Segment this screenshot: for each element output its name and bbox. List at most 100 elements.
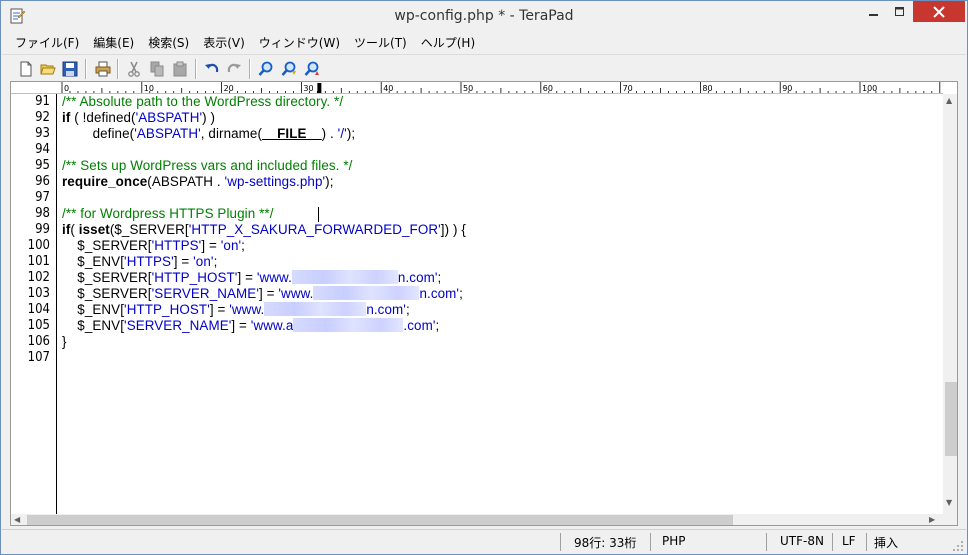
find-button[interactable] bbox=[256, 59, 276, 79]
scroll-right-arrow-icon[interactable]: ▶ bbox=[929, 515, 935, 525]
close-button[interactable] bbox=[913, 1, 965, 22]
code-text-span: define( bbox=[62, 126, 135, 141]
code-text-span: ) ) bbox=[202, 110, 216, 125]
redo-button[interactable] bbox=[224, 59, 244, 79]
toolbar-separator bbox=[195, 59, 197, 79]
code-text-span: $_SERVER[ bbox=[62, 238, 152, 253]
find-prev-button[interactable] bbox=[302, 59, 322, 79]
vertical-scroll-thumb[interactable] bbox=[945, 382, 957, 456]
menu-help[interactable]: ヘルプ(H) bbox=[414, 33, 482, 53]
line-number: 102 bbox=[27, 270, 50, 285]
code-string: 'on' bbox=[220, 238, 242, 253]
menu-edit[interactable]: 編集(E) bbox=[86, 33, 141, 53]
open-folder-icon bbox=[40, 64, 56, 75]
line-number: 104 bbox=[27, 302, 50, 317]
cut-button[interactable] bbox=[124, 59, 144, 79]
code-text-span: $_ENV[ bbox=[62, 318, 125, 333]
menu-window[interactable]: ウィンドウ(W) bbox=[252, 33, 347, 53]
text-cursor bbox=[318, 207, 319, 222]
code-text-span: $_ENV[ bbox=[62, 302, 125, 317]
resize-grip-icon[interactable] bbox=[952, 540, 964, 552]
paste-icon bbox=[173, 61, 187, 77]
menu-search[interactable]: 検索(S) bbox=[141, 33, 196, 53]
line-number: 91 bbox=[35, 94, 50, 109]
minimize-button[interactable] bbox=[861, 1, 887, 22]
line-number: 106 bbox=[27, 334, 50, 349]
maximize-button[interactable] bbox=[887, 1, 913, 22]
code-text-span: } bbox=[62, 334, 67, 349]
cursor-position: 98行: 33桁 bbox=[574, 536, 637, 550]
code-line: $_ENV['HTTP_HOST'] = 'www. n.com'; bbox=[62, 302, 410, 318]
undo-icon bbox=[205, 63, 219, 73]
new-file-button[interactable] bbox=[16, 59, 36, 79]
line-number: 93 bbox=[35, 126, 50, 141]
code-text-span: ( bbox=[70, 222, 79, 237]
code-text-span: ; bbox=[241, 238, 245, 253]
code-text-span: ; bbox=[435, 318, 440, 333]
menu-file[interactable]: ファイル(F) bbox=[8, 33, 86, 53]
toolbar-separator bbox=[249, 59, 251, 79]
status-bar: 98行: 33桁 PHP UTF-8N LF 挿入 bbox=[2, 529, 966, 554]
status-separator bbox=[560, 533, 561, 551]
ruler-label: 30 bbox=[303, 84, 313, 93]
code-text-span: , dirname( bbox=[200, 126, 263, 141]
horizontal-scrollbar[interactable]: ◀ ▶ bbox=[11, 514, 943, 525]
copy-button[interactable] bbox=[147, 59, 167, 79]
code-line: if ( !defined('ABSPATH') ) bbox=[62, 110, 215, 126]
code-text-span: $_ENV[ bbox=[62, 254, 125, 269]
editor-area[interactable]: 0 10 20 30 40 50 60 70 80 90 100 91 92 93 94 95 96… bbox=[10, 81, 958, 526]
open-button[interactable] bbox=[38, 59, 58, 79]
syntax-mode: PHP bbox=[662, 534, 686, 548]
terapad-window: wp-config.php * - TeraPad ファイル(F) 編集(E) … bbox=[0, 0, 968, 555]
ruler-label: 100 bbox=[862, 84, 877, 93]
ruler-label: 60 bbox=[543, 84, 553, 93]
menu-tools[interactable]: ツール(T) bbox=[347, 33, 414, 53]
code-text-span: ] = bbox=[231, 318, 251, 333]
code-line: if( isset($_SERVER['HTTP_X_SAKURA_FORWAR… bbox=[62, 222, 466, 238]
window-title: wp-config.php * - TeraPad bbox=[394, 8, 574, 24]
line-number: 94 bbox=[35, 142, 50, 157]
code-line: $_ENV['SERVER_NAME'] = 'www.a .com'; bbox=[62, 318, 439, 334]
paste-button[interactable] bbox=[170, 59, 190, 79]
code-text-span: ] = bbox=[173, 254, 194, 269]
print-button[interactable] bbox=[93, 59, 113, 79]
ruler-ticks: 0 10 20 30 40 50 60 70 80 90 100 bbox=[61, 82, 941, 93]
code-string: n.com' bbox=[397, 270, 438, 285]
code-text-span: ) . bbox=[321, 126, 338, 141]
title-bar[interactable]: wp-config.php * - TeraPad bbox=[1, 1, 967, 32]
line-number-gutter: 91 92 93 94 95 96 97 98 99 100 101 102 1… bbox=[11, 94, 57, 514]
redacted-domain bbox=[293, 318, 404, 332]
close-icon bbox=[933, 5, 945, 18]
code-string: 'HTTPS' bbox=[151, 238, 202, 253]
save-icon bbox=[62, 61, 78, 77]
code-keyword: require_once bbox=[62, 174, 148, 189]
code-keyword: __FILE__ bbox=[262, 126, 322, 141]
save-button[interactable] bbox=[60, 59, 80, 79]
ruler-label: 10 bbox=[144, 84, 154, 93]
menu-bar: ファイル(F) 編集(E) 検索(S) 表示(V) ウィンドウ(W) ツール(T… bbox=[2, 32, 966, 54]
scroll-left-arrow-icon[interactable]: ◀ bbox=[14, 515, 20, 525]
status-separator bbox=[866, 533, 867, 551]
horizontal-scroll-thumb[interactable] bbox=[27, 515, 733, 525]
line-number: 105 bbox=[27, 318, 50, 333]
find-next-button[interactable] bbox=[279, 59, 299, 79]
menu-view[interactable]: 表示(V) bbox=[196, 33, 252, 53]
undo-button[interactable] bbox=[202, 59, 222, 79]
line-number: 97 bbox=[35, 190, 50, 205]
code-string: n.com' bbox=[419, 286, 460, 301]
vertical-scrollbar[interactable]: ▲ ▼ bbox=[943, 94, 957, 514]
code-line: $_SERVER['HTTPS'] = 'on'; bbox=[62, 238, 245, 254]
code-text[interactable]: /** Absolute path to the WordPress direc… bbox=[62, 94, 942, 514]
ruler-label: 0 bbox=[64, 84, 69, 93]
ruler-cursor-marker bbox=[317, 83, 322, 93]
code-text-span: ; bbox=[437, 270, 442, 285]
code-line: /** Absolute path to the WordPress direc… bbox=[62, 94, 343, 110]
scroll-up-arrow-icon[interactable]: ▲ bbox=[946, 96, 952, 106]
find-icon bbox=[258, 61, 273, 76]
code-string: 'www. bbox=[256, 270, 292, 285]
minimize-icon bbox=[869, 13, 878, 16]
code-string: n.com' bbox=[366, 302, 406, 317]
scroll-down-arrow-icon[interactable]: ▼ bbox=[946, 498, 952, 508]
code-string: .com' bbox=[403, 318, 436, 333]
code-string: 'HTTP_HOST' bbox=[124, 302, 210, 317]
